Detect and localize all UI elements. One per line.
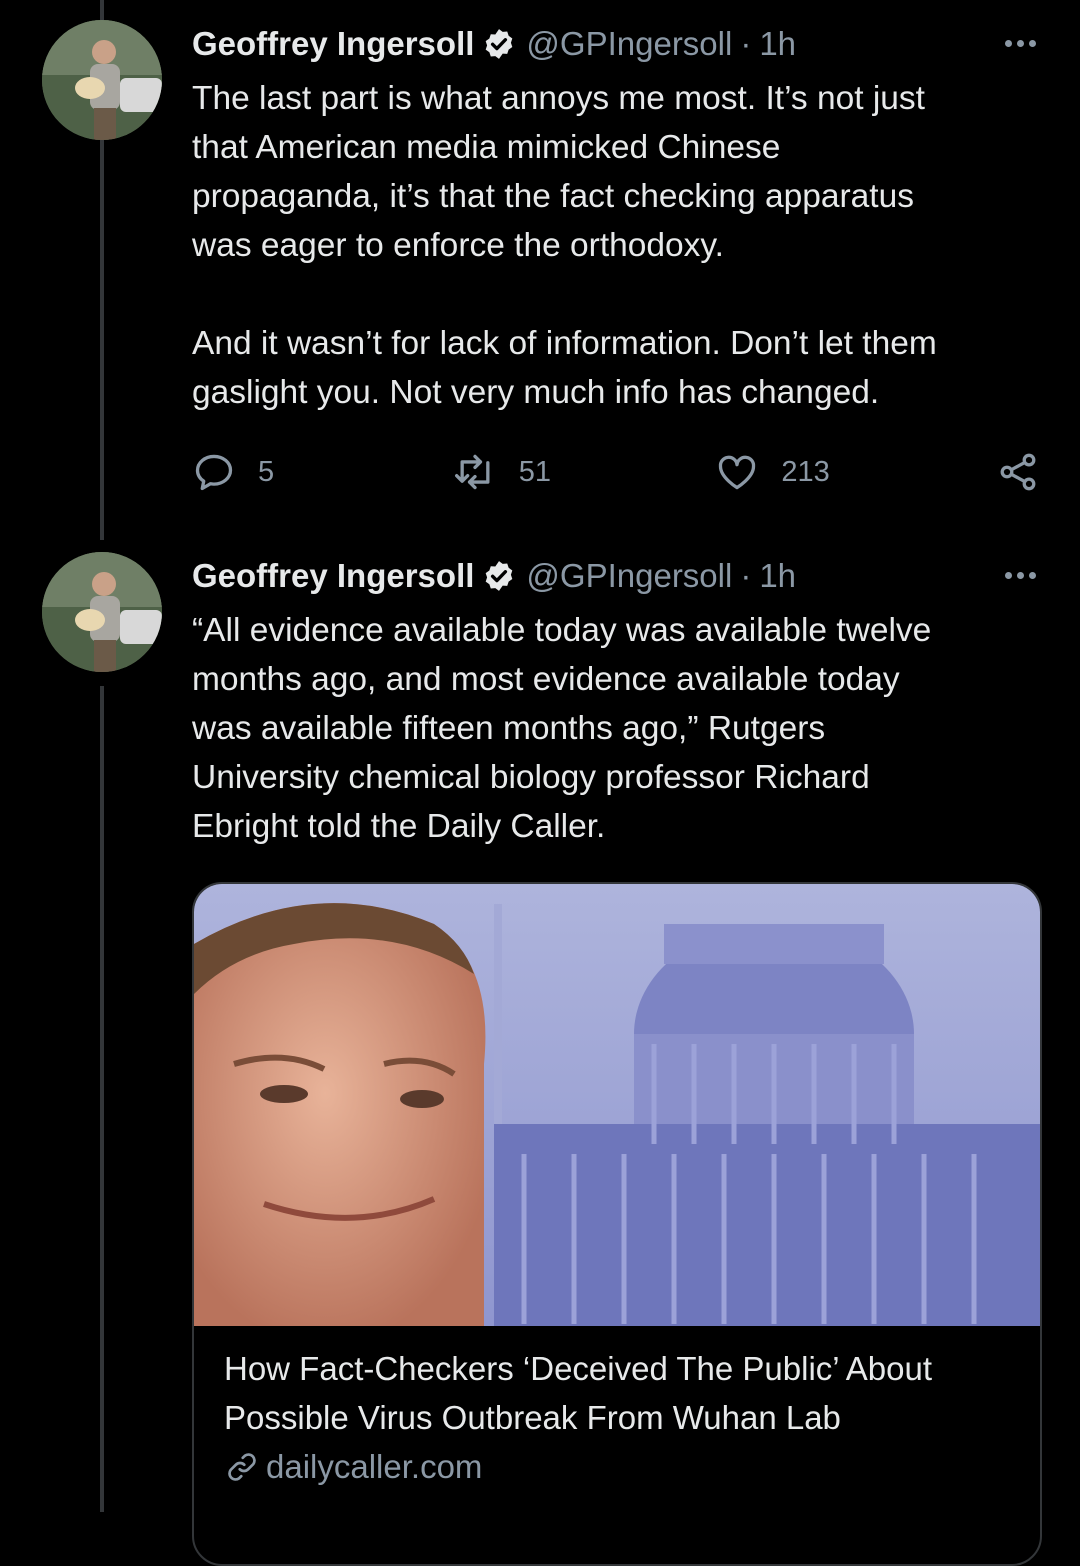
- card-image: [194, 884, 1040, 1326]
- tweet-actions: 5 51 213: [192, 442, 1040, 502]
- more-options-icon[interactable]: [1000, 28, 1040, 58]
- card-title-line: How Fact-Checkers ‘Deceived The Public’ …: [224, 1350, 932, 1387]
- reply-count: 5: [258, 455, 275, 488]
- tweet-text: The last part is what annoys me most. It…: [192, 80, 937, 411]
- more-options-icon[interactable]: [1000, 560, 1040, 590]
- tweet-text: “All evidence available today was availa…: [192, 612, 932, 845]
- like-button[interactable]: 213: [715, 450, 996, 494]
- card-domain: dailycaller.com: [224, 1448, 1010, 1486]
- card-text: How Fact-Checkers ‘Deceived The Public’ …: [194, 1326, 1040, 1504]
- link-icon: [228, 1453, 256, 1481]
- verified-badge-icon: [486, 29, 513, 59]
- retweet-count: 51: [518, 455, 551, 488]
- retweet-icon: [454, 454, 490, 490]
- like-count: 213: [781, 455, 830, 488]
- avatar-photo: [42, 20, 162, 140]
- thread-line-1: [100, 140, 104, 540]
- author-handle[interactable]: @GPIngersoll: [526, 557, 732, 595]
- card-title-line: Possible Virus Outbreak From Wuhan Lab: [224, 1399, 841, 1436]
- card-domain-text: dailycaller.com: [266, 1448, 483, 1485]
- tweet-header: Geoffrey Ingersoll @GPIngersoll · 1h: [192, 554, 1040, 598]
- separator-dot: ·: [740, 25, 752, 62]
- retweet-button[interactable]: 51: [453, 450, 716, 494]
- thread-line-top: [100, 0, 104, 20]
- link-card[interactable]: How Fact-Checkers ‘Deceived The Public’ …: [192, 882, 1042, 1566]
- verified-badge-icon: [486, 561, 513, 591]
- author-handle[interactable]: @GPIngersoll: [526, 25, 732, 63]
- tweet-time[interactable]: 1h: [759, 25, 796, 63]
- heart-icon: [719, 455, 756, 490]
- reply-button[interactable]: 5: [192, 450, 453, 494]
- author-name[interactable]: Geoffrey Ingersoll: [192, 25, 474, 63]
- tweet-header: Geoffrey Ingersoll @GPIngersoll · 1h: [192, 22, 1040, 66]
- thread-line-2: [100, 686, 104, 1512]
- tweet-time[interactable]: 1h: [759, 557, 796, 595]
- reply-icon: [195, 454, 233, 491]
- card-title: How Fact-Checkers ‘Deceived The Public’ …: [224, 1344, 1010, 1442]
- separator-dot: ·: [740, 557, 752, 594]
- avatar-photo: [42, 552, 162, 672]
- avatar[interactable]: [42, 20, 162, 140]
- avatar[interactable]: [42, 552, 162, 672]
- share-button[interactable]: [996, 450, 1040, 494]
- author-name[interactable]: Geoffrey Ingersoll: [192, 557, 474, 595]
- tweet[interactable]: Geoffrey Ingersoll @GPIngersoll · 1h The…: [192, 22, 1040, 417]
- share-icon: [1000, 453, 1036, 491]
- tweet[interactable]: Geoffrey Ingersoll @GPIngersoll · 1h “Al…: [192, 554, 1040, 851]
